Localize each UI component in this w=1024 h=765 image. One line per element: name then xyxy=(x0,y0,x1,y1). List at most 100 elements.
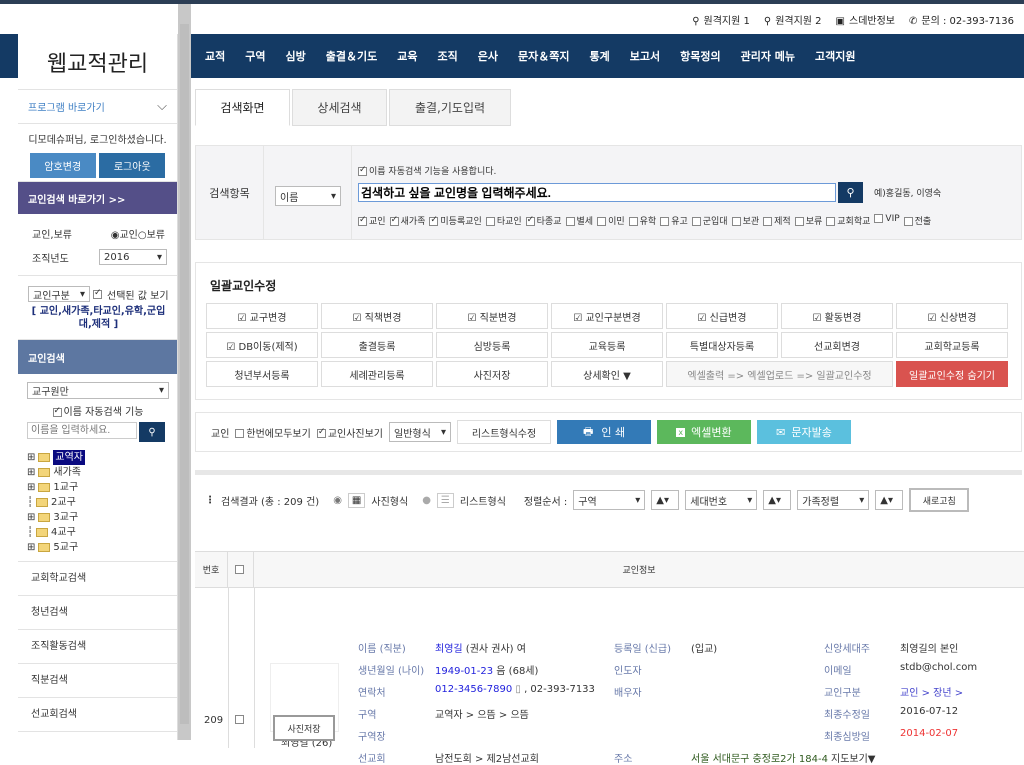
filter-checkbox[interactable]: 전출 xyxy=(903,214,931,227)
menu-item[interactable]: 구역 xyxy=(235,48,275,64)
checkbox[interactable] xyxy=(628,217,638,226)
menu-item[interactable]: 조직 xyxy=(427,48,467,64)
menu-item[interactable]: 고객지원 xyxy=(805,48,865,64)
checkbox[interactable] xyxy=(731,217,741,226)
edit-list-format-button[interactable]: 리스트형식수정 xyxy=(457,420,552,444)
bulk-edit-button[interactable]: 사진저장 xyxy=(436,361,548,387)
refresh-button[interactable]: 새로고침 xyxy=(909,488,970,512)
format-select[interactable]: 일반형식 ▾ xyxy=(389,422,452,442)
print-button[interactable]: 🖶 인 쇄 xyxy=(557,420,652,444)
checkbox[interactable] xyxy=(826,217,836,226)
bulk-edit-button[interactable]: 청년부서등록 xyxy=(206,361,318,387)
bulk-edit-button[interactable]: 교육등록 xyxy=(551,332,663,358)
filter-checkbox[interactable]: 타교인 xyxy=(485,214,522,227)
filter-checkbox[interactable]: 보류 xyxy=(794,214,822,227)
bulk-edit-button[interactable]: ☑ 교인구분변경 xyxy=(551,303,663,329)
value-link[interactable]: 1949-01-23 xyxy=(435,666,493,677)
bulk-edit-button[interactable]: 특별대상자등록 xyxy=(666,332,778,358)
sort-order-2[interactable]: ▲▾ xyxy=(763,490,792,510)
bulk-edit-button[interactable]: ☑ 활동변경 xyxy=(781,303,893,329)
filter-checkbox[interactable]: 제적 xyxy=(763,214,791,227)
tree-node[interactable]: ⊞ 3교구 xyxy=(27,510,169,525)
remote-support-2-link[interactable]: ⚲ 원격지원 2 xyxy=(764,12,822,27)
sidebar-link[interactable]: 청년검색 xyxy=(18,596,177,630)
checkbox[interactable] xyxy=(389,215,399,226)
bulk-edit-button[interactable]: 출결등록 xyxy=(321,332,433,358)
checkbox[interactable] xyxy=(235,429,245,438)
scope-select[interactable]: 교구원만 ▾ xyxy=(27,382,169,399)
auto-search-toggle[interactable]: 이름 자동검색 기능을 사용합니다. xyxy=(358,164,496,177)
tree-node[interactable]: ┆ 2교구 xyxy=(27,495,169,510)
bulk-edit-button[interactable]: ☑ 신급변경 xyxy=(666,303,778,329)
remote-support-1-link[interactable]: ⚲ 원격지원 1 xyxy=(692,12,750,27)
bulk-edit-button[interactable]: 선교회변경 xyxy=(781,332,893,358)
show-selected-checkbox[interactable] xyxy=(93,288,102,299)
member-search-shortcut[interactable]: 교인검색 바로가기 >> xyxy=(18,182,177,214)
search-button[interactable]: ⚲ xyxy=(838,182,863,203)
checkbox[interactable] xyxy=(763,217,773,226)
menu-item[interactable]: 교육 xyxy=(387,48,427,64)
show-photo-toggle[interactable]: 교인사진보기 xyxy=(316,425,383,440)
checkbox[interactable] xyxy=(525,215,535,226)
radio-hold[interactable]: ○ xyxy=(138,230,147,241)
filter-checkbox[interactable]: 미등록교인 xyxy=(429,214,482,227)
menu-item[interactable]: 관리자 메뉴 xyxy=(731,48,805,64)
checkbox[interactable] xyxy=(358,165,367,176)
menu-item[interactable]: 심방 xyxy=(276,48,316,64)
tree-node[interactable]: ┆ 4교구 xyxy=(27,525,169,540)
change-password-button[interactable]: 암호변경 xyxy=(29,153,96,178)
filter-checkbox[interactable]: 군입대 xyxy=(691,214,728,227)
photo-view-radio[interactable]: ◉ xyxy=(333,495,342,506)
bulk-edit-button[interactable]: ☑ 교구변경 xyxy=(206,303,318,329)
filter-checkbox[interactable]: 교인 xyxy=(358,214,386,227)
hide-bulk-edit-button[interactable]: 일괄교인수정 숨기기 xyxy=(896,361,1008,387)
checkbox[interactable] xyxy=(52,406,62,417)
menu-item[interactable]: 문자＆쪽지 xyxy=(508,48,579,64)
excel-flow-button[interactable]: 엑셀출력 => 엑셀업로드 => 일괄교인수정 xyxy=(666,361,893,387)
sidebar-link[interactable]: 교회학교검색 xyxy=(18,562,177,596)
save-photo-button[interactable]: 사진저장 xyxy=(273,715,335,741)
checkbox[interactable] xyxy=(903,217,913,226)
search-field-select[interactable]: 이름 ▾ xyxy=(275,186,341,206)
autocomplete-toggle[interactable]: 이름 자동검색 기능 xyxy=(27,403,169,418)
sidebar-link[interactable]: 직분검색 xyxy=(18,664,177,698)
map-toggle[interactable]: 지도보기▼ xyxy=(831,750,876,765)
bulk-edit-button[interactable]: 심방등록 xyxy=(436,332,548,358)
filter-checkbox[interactable]: 유학 xyxy=(628,214,656,227)
send-sms-button[interactable]: ✉ 문자발송 xyxy=(757,420,852,444)
filter-checkbox[interactable]: 새가족 xyxy=(389,214,425,227)
tab-search[interactable]: 검색화면 xyxy=(195,89,290,126)
filter-checkbox[interactable]: 교회학교 xyxy=(826,214,870,227)
bulk-edit-button[interactable]: 상세확인 ▼ xyxy=(551,361,663,387)
search-input[interactable] xyxy=(358,183,836,202)
menu-item[interactable]: 통계 xyxy=(579,48,619,64)
scrollbar-thumb[interactable] xyxy=(180,24,189,724)
value-link[interactable]: 최영길 xyxy=(435,644,463,655)
sort-order-1[interactable]: ▲▾ xyxy=(651,490,680,510)
name-search-input[interactable] xyxy=(27,422,137,439)
checkbox[interactable] xyxy=(691,217,701,226)
tree-node[interactable]: ⊞ 5교구 xyxy=(27,540,169,555)
checkbox[interactable] xyxy=(660,217,670,226)
tab-detail-search[interactable]: 상세검색 xyxy=(292,89,387,126)
bulk-edit-button[interactable]: ☑ 직책변경 xyxy=(321,303,433,329)
show-all-toggle[interactable]: 한번에모두보기 xyxy=(235,425,311,440)
checkbox[interactable] xyxy=(597,217,607,226)
stephen-info-link[interactable]: ▣ 스데반정보 xyxy=(836,12,895,27)
list-view-radio[interactable]: ● xyxy=(422,495,431,506)
checkbox[interactable] xyxy=(565,217,575,226)
menu-item[interactable]: 보고서 xyxy=(620,48,670,64)
tab-attendance[interactable]: 출결,기도입력 xyxy=(389,89,511,126)
checkbox[interactable] xyxy=(316,427,326,438)
select-all-checkbox[interactable] xyxy=(228,552,254,587)
sort-select-2[interactable]: 세대번호 ▾ xyxy=(685,490,758,510)
filter-checkbox[interactable]: 타종교 xyxy=(525,214,562,227)
menu-item[interactable]: 항목정의 xyxy=(670,48,730,64)
sort-select-3[interactable]: 가족정렬 ▾ xyxy=(797,490,870,510)
bulk-edit-button[interactable]: 교회학교등록 xyxy=(896,332,1008,358)
excel-export-button[interactable]: x 엑셀변환 xyxy=(657,420,752,444)
sort-order-3[interactable]: ▲▾ xyxy=(875,490,904,510)
sort-select-1[interactable]: 구역 ▾ xyxy=(573,490,646,510)
sidebar-link[interactable]: 선교회검색 xyxy=(18,698,177,732)
program-shortcut[interactable]: 프로그램 바로가기 ⌵ xyxy=(18,90,177,124)
